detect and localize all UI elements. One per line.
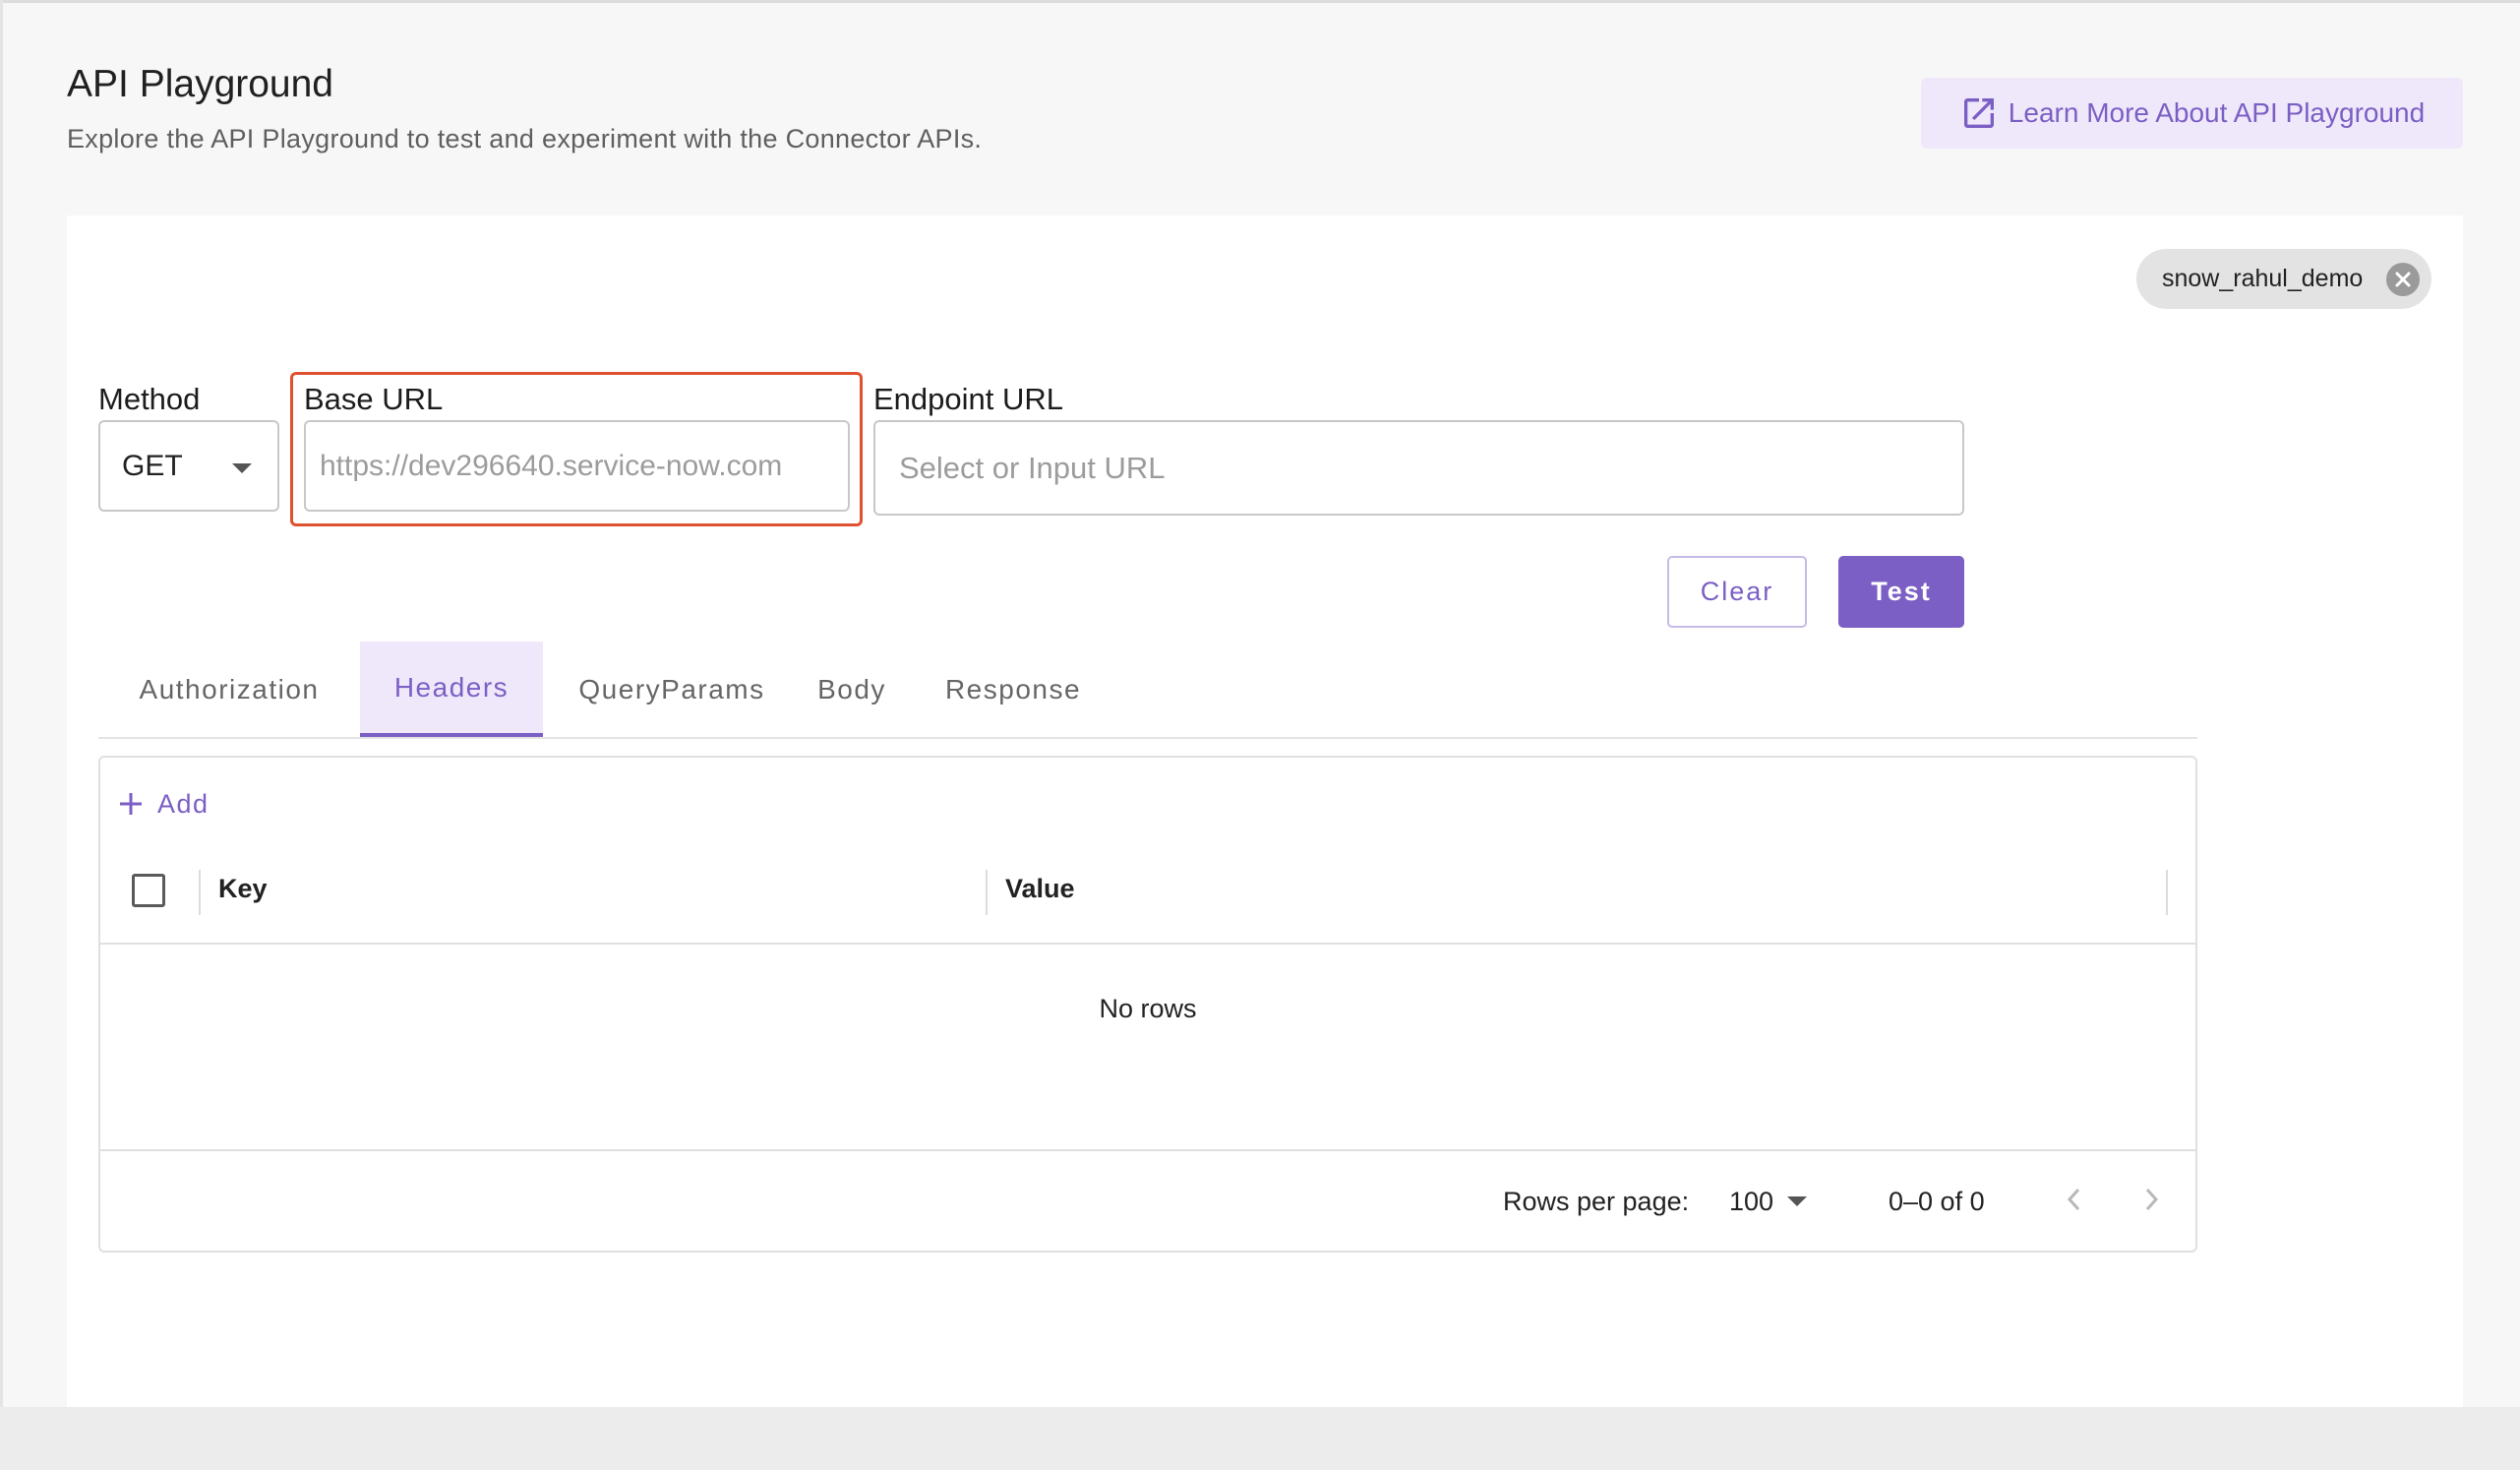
clear-button[interactable]: Clear [1667, 556, 1807, 628]
method-label: Method [98, 382, 201, 416]
remove-connection-icon[interactable] [2386, 263, 2420, 296]
chevron-down-icon [232, 463, 252, 473]
tab-response[interactable]: Response [903, 642, 1123, 737]
column-separator [199, 870, 201, 915]
learn-more-label: Learn More About API Playground [2008, 97, 2426, 128]
base-url-input[interactable] [304, 420, 850, 512]
test-button[interactable]: Test [1838, 556, 1964, 628]
tab-headers[interactable]: Headers [360, 642, 543, 737]
learn-more-button[interactable]: Learn More About API Playground [1921, 78, 2463, 149]
next-page-button[interactable] [2130, 1179, 2172, 1220]
method-select[interactable]: GET [98, 420, 279, 512]
page-subtitle: Explore the API Playground to test and e… [67, 124, 983, 153]
column-separator [2166, 870, 2168, 915]
endpoint-url-input[interactable] [873, 420, 1964, 516]
chevron-left-icon [2064, 1185, 2085, 1214]
base-url-label: Base URL [304, 382, 444, 416]
rows-per-page-value: 100 [1729, 1186, 1774, 1216]
tab-body[interactable]: Body [801, 642, 903, 737]
request-tabs: Authorization Headers QueryParams Body R… [98, 642, 2197, 739]
add-header-button[interactable]: Add [118, 779, 210, 828]
pagination-range: 0–0 of 0 [1889, 1187, 1985, 1216]
open-in-new-icon [1959, 93, 1999, 133]
headers-grid: Add Key Value No rows Rows per page: 100… [98, 756, 2197, 1253]
plus-icon [118, 791, 144, 817]
method-value: GET [122, 449, 183, 482]
grid-pagination: Rows per page: 100 0–0 of 0 [100, 1149, 2195, 1253]
window-bottom-strip [0, 1407, 2520, 1470]
page-title: API Playground [67, 63, 334, 105]
window-top-edge [0, 0, 2520, 3]
empty-state-text: No rows [1099, 993, 1197, 1023]
column-header-key[interactable]: Key [218, 874, 268, 904]
grid-header-row: Key Value [100, 840, 2195, 945]
connection-chip-label: snow_rahul_demo [2162, 265, 2364, 292]
connection-chip[interactable]: snow_rahul_demo [2136, 249, 2431, 309]
chevron-right-icon [2140, 1185, 2162, 1214]
rows-per-page-label: Rows per page: [1503, 1187, 1690, 1216]
endpoint-url-label: Endpoint URL [873, 382, 1064, 416]
chevron-down-icon [1787, 1196, 1808, 1206]
select-all-checkbox[interactable] [132, 874, 165, 907]
tab-queryparams[interactable]: QueryParams [543, 642, 801, 737]
tab-authorization[interactable]: Authorization [98, 642, 360, 737]
add-label: Add [157, 788, 210, 819]
column-header-value[interactable]: Value [1005, 874, 1075, 904]
column-separator [986, 870, 988, 915]
rows-per-page-select[interactable]: 100 [1729, 1181, 1808, 1222]
window-left-edge [0, 0, 3, 1470]
previous-page-button[interactable] [2054, 1179, 2095, 1220]
